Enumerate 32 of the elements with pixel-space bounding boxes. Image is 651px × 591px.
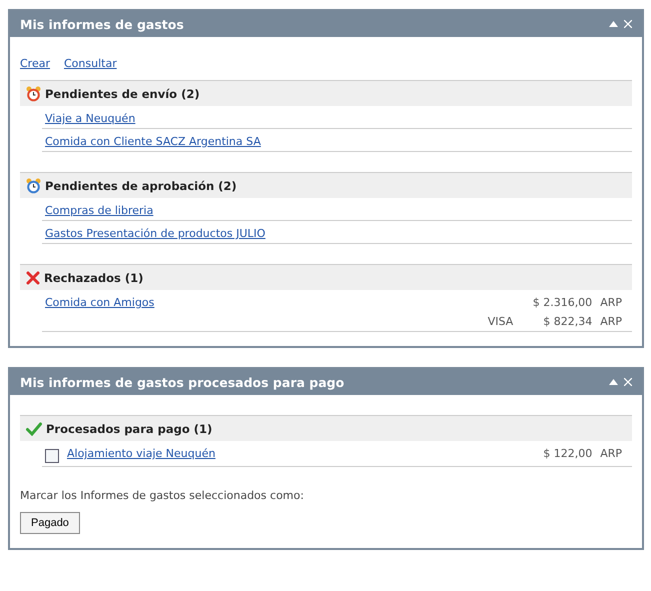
- action-link[interactable]: Crear: [20, 57, 50, 70]
- payment-method: VISA: [488, 315, 514, 328]
- section-title: Procesados para pago (1): [46, 422, 212, 436]
- report-link[interactable]: Viaje a Neuquén: [45, 112, 136, 125]
- report-link[interactable]: Comida con Amigos: [45, 296, 154, 309]
- currency: ARP: [600, 447, 622, 460]
- panel-title: Mis informes de gastos procesados para pago: [20, 374, 344, 390]
- report-link[interactable]: Alojamiento viaje Neuquén: [67, 447, 216, 460]
- alarm-clock-icon: [26, 178, 41, 194]
- paid-button[interactable]: Pagado: [20, 512, 80, 534]
- report-link[interactable]: Comida con Cliente SACZ Argentina SA: [45, 135, 261, 148]
- amount: $ 2.316,00: [532, 296, 592, 309]
- section-title: Pendientes de envío (2): [45, 86, 200, 100]
- amount: $ 122,00: [543, 447, 592, 460]
- action-link[interactable]: Consultar: [64, 57, 117, 70]
- report-link[interactable]: Gastos Presentación de productos JULIO: [45, 227, 266, 240]
- panel-title: Mis informes de gastos: [20, 16, 184, 32]
- cross-icon: [26, 270, 40, 284]
- currency: ARP: [600, 296, 622, 309]
- instruction-text: Marcar los Informes de gastos seleccionados como:: [20, 489, 305, 502]
- checkbox[interactable]: [45, 449, 59, 463]
- section-title: Pendientes de aprobación (2): [45, 178, 237, 192]
- close-icon[interactable]: [624, 20, 632, 28]
- checkmark-icon: [26, 422, 42, 436]
- collapse-icon[interactable]: [609, 379, 618, 385]
- section-title: Rechazados (1): [44, 270, 144, 284]
- collapse-icon[interactable]: [609, 21, 618, 27]
- report-link[interactable]: Compras de libreria: [45, 204, 154, 217]
- currency: ARP: [600, 315, 622, 328]
- amount: $ 822,34: [543, 315, 592, 328]
- close-icon[interactable]: [624, 378, 632, 386]
- alarm-clock-icon: [26, 86, 41, 102]
